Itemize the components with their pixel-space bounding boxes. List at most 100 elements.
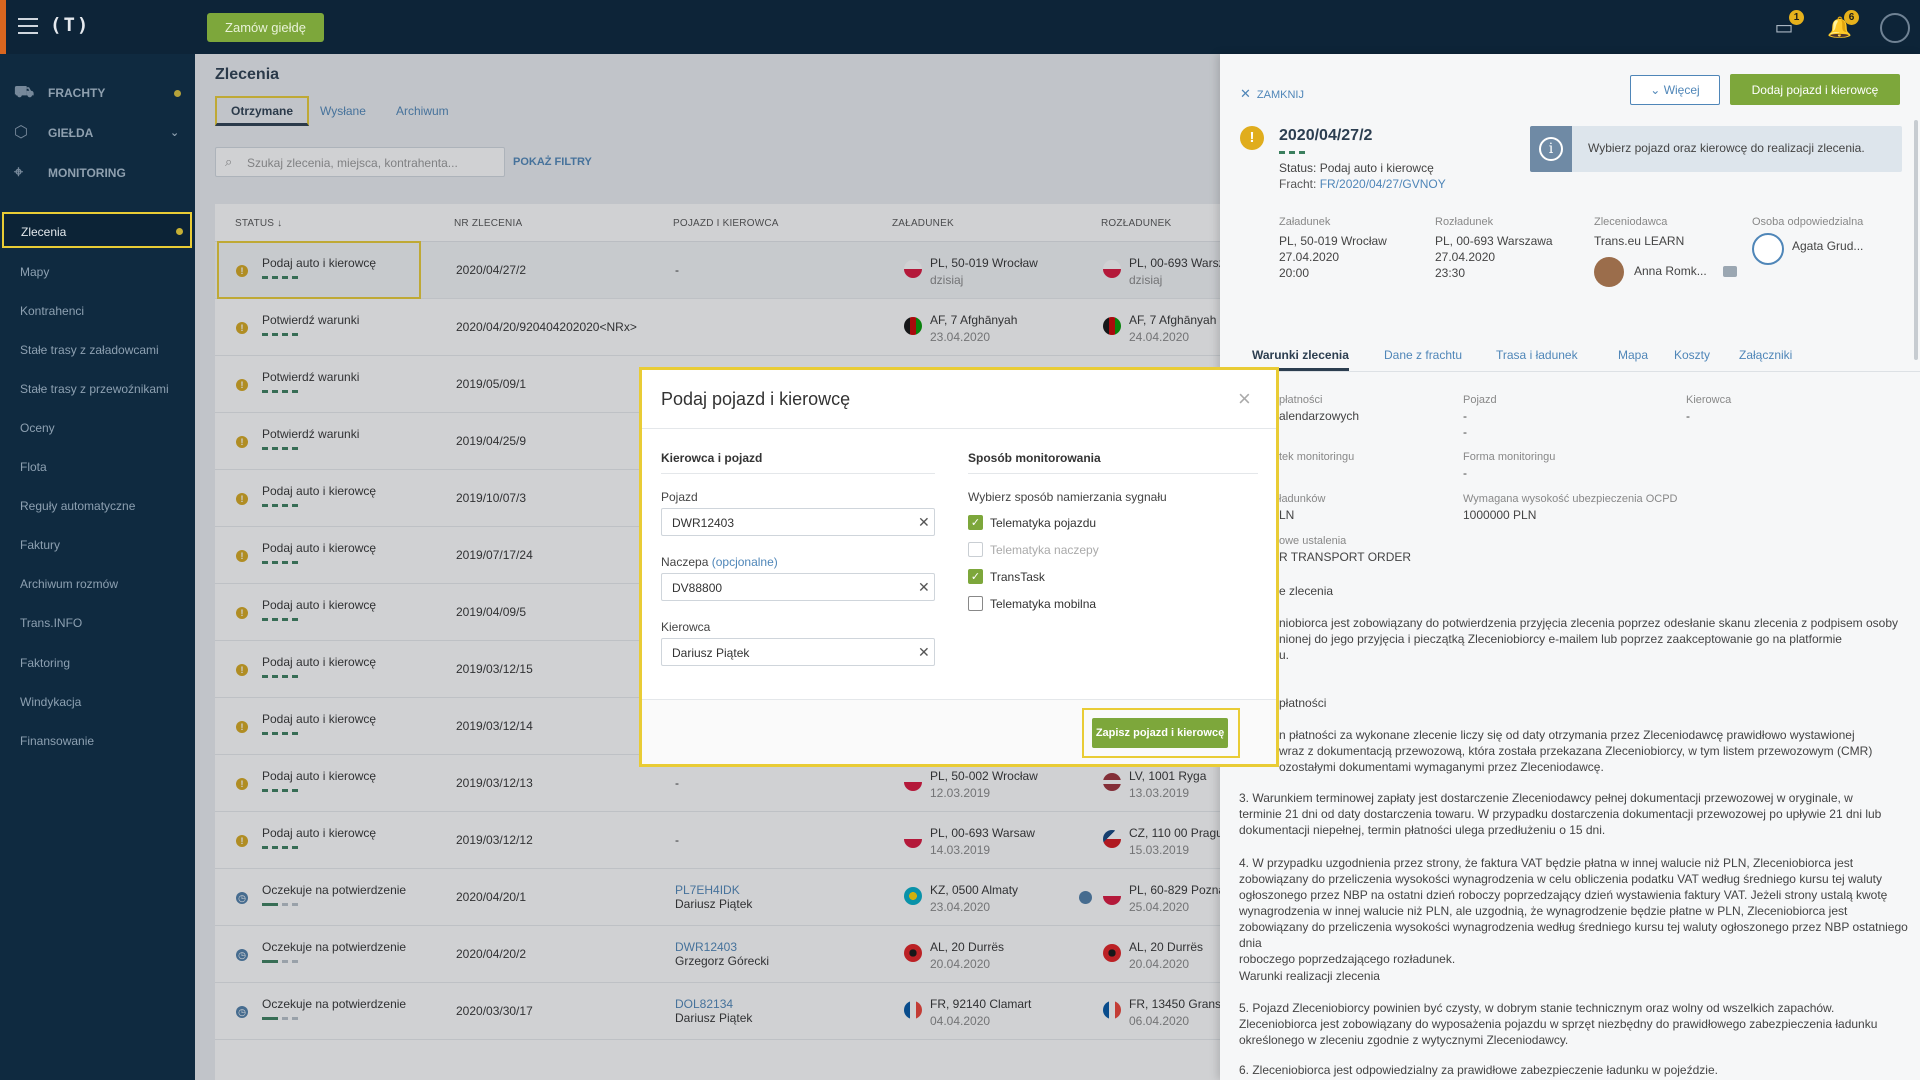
add-vehicle-driver-button[interactable]: Dodaj pojazd i kierowcę [1730, 74, 1900, 105]
top-accent-strip [0, 0, 6, 54]
monitoring-icon: ⌖ [14, 164, 24, 181]
tab-koszty[interactable]: Koszty [1674, 348, 1710, 362]
order-number: 2020/04/27/2 [1279, 127, 1373, 144]
more-button[interactable]: ⌄ Więcej [1630, 75, 1720, 105]
load-heading: Załadunek [1279, 216, 1331, 228]
client-person-avatar [1594, 257, 1624, 287]
unload-column: Rozładunek PL, 00-693 Warszawa 27.04.202… [1435, 214, 1553, 281]
app-logo[interactable]: (T) [50, 14, 90, 36]
checkbox-disabled-icon [968, 542, 983, 557]
sidebar-item-gielda[interactable]: ⬡ GIEŁDA ⌄ [0, 116, 195, 150]
trailer-field[interactable]: DV88800 ✕ [661, 573, 935, 601]
clear-icon[interactable]: ✕ [918, 644, 930, 661]
info-text: Wybierz pojazd oraz kierowcę do realizac… [1588, 141, 1865, 155]
modal-header: Podaj pojazd i kierowcę × [642, 370, 1276, 429]
user-avatar-icon[interactable] [1880, 13, 1910, 43]
status-dot [174, 90, 181, 97]
option-transtask[interactable]: ✓ TransTask [968, 569, 1208, 587]
warning-icon: ! [1240, 126, 1264, 150]
driver-value: Dariusz Piątek [672, 646, 750, 660]
sidebar-item-mapy[interactable]: Mapy [0, 254, 195, 290]
modal-footer: Zapisz pojazd i kierowcę [642, 699, 1276, 764]
field-value: - [1463, 466, 1467, 480]
chevron-down-icon: ⌄ [1650, 83, 1664, 97]
notifications-bell-icon[interactable]: 🔔 6 [1827, 10, 1859, 40]
field-value: - [1463, 409, 1467, 423]
monitoring-subtitle: Wybierz sposób namierzania sygnału [968, 490, 1167, 504]
fracht-line: Fracht: FR/2020/04/27/GVNOY [1279, 177, 1446, 191]
sidebar-item-windykacja[interactable]: Windykacja [0, 684, 195, 720]
option-mobile-telematics[interactable]: Telematyka mobilna [968, 596, 1208, 614]
field-heading: ładunków [1279, 493, 1326, 505]
sidebar-item-zlecenia[interactable]: Zlecenia [2, 212, 192, 248]
field-monitoring-start: tek monitoringu [1279, 449, 1354, 465]
chevron-down-icon: ⌄ [170, 127, 180, 139]
sidebar-item-archiwum-rozmow[interactable]: Archiwum rozmów [0, 566, 195, 602]
chat-icon[interactable] [1723, 266, 1737, 277]
fracht-link[interactable]: FR/2020/04/27/GVNOY [1320, 177, 1446, 191]
field-heading: Wymagana wysokość ubezpieczenia OCPD [1463, 493, 1678, 505]
driver-label: Kierowca [661, 620, 711, 634]
section-heading: Warunki realizacji zlecenia [1239, 969, 1380, 983]
responsible-avatar-icon [1752, 233, 1784, 265]
sidebar-item-trans-info[interactable]: Trans.INFO [0, 605, 195, 641]
sidebar-item-kontrahenci[interactable]: Kontrahenci [0, 293, 195, 329]
field-value: LN [1279, 508, 1295, 522]
close-panel-button[interactable]: ✕ ZAMKNIJ [1240, 86, 1304, 102]
checkbox-checked-icon[interactable]: ✓ [968, 569, 983, 584]
option-vehicle-telematics[interactable]: ✓ Telematyka pojazdu [968, 515, 1208, 533]
field-heading: Pojazd [1463, 394, 1497, 406]
field-heading: tek monitoringu [1279, 451, 1355, 463]
panel-scrollbar[interactable] [1914, 120, 1918, 360]
sidebar-item-trasy-przewoznicy[interactable]: Stałe trasy z przewoźnikami [0, 371, 195, 407]
responsible-heading: Osoba odpowiedzialna [1752, 216, 1864, 228]
tab-dane-frachtu[interactable]: Dane z frachtu [1384, 348, 1462, 362]
terms-paragraph: 3. Warunkiem terminowej zapłaty jest dos… [1239, 791, 1882, 837]
sidebar-item-trasy-zaladowcy[interactable]: Stałe trasy z załadowcami [0, 332, 195, 368]
fracht-label: Fracht: [1279, 177, 1317, 191]
field-value: - [1463, 425, 1467, 439]
client-name: Trans.eu LEARN [1594, 234, 1685, 248]
unload-time: 23:30 [1435, 266, 1466, 280]
exchange-box-icon: ⬡ [14, 124, 28, 141]
sidebar-item-monitoring[interactable]: ⌖ MONITORING [0, 156, 195, 190]
client-heading: Zleceniodawca [1594, 216, 1668, 228]
load-column: Załadunek PL, 50-019 Wrocław 27.04.2020 … [1279, 214, 1387, 281]
checkbox-checked-icon[interactable]: ✓ [968, 515, 983, 530]
hamburger-menu-icon[interactable] [18, 18, 38, 34]
option-trailer-telematics: Telematyka naczepy [968, 542, 1208, 560]
sidebar-item-oceny[interactable]: Oceny [0, 410, 195, 446]
status-dot [176, 228, 183, 235]
order-exchange-button[interactable]: Zamów giełdę [207, 13, 324, 42]
progress-dashes [1279, 151, 1309, 154]
field-heading: Kierowca [1686, 394, 1732, 406]
option-label: Telematyka naczepy [990, 543, 1099, 557]
sidebar-item-flota[interactable]: Flota [0, 449, 195, 485]
clear-icon[interactable]: ✕ [918, 579, 930, 596]
terms-paragraph: n płatności za wykonane zlecenie liczy s… [1279, 728, 1873, 774]
sidebar-item-frachty[interactable]: ⛟ FRACHTY [0, 76, 195, 110]
sidebar-item-label: Zlecenia [21, 225, 67, 239]
monitoring-heading: Sposób monitorowania [968, 451, 1258, 474]
close-icon[interactable]: × [1238, 386, 1251, 412]
field-value: 1000000 PLN [1463, 508, 1537, 522]
field-vehicle: Pojazd - - [1463, 392, 1497, 440]
sidebar-item-faktoring[interactable]: Faktoring [0, 645, 195, 681]
option-label: Telematyka mobilna [990, 597, 1097, 611]
driver-field[interactable]: Dariusz Piątek ✕ [661, 638, 935, 666]
sidebar-item-finansowanie[interactable]: Finansowanie [0, 723, 195, 759]
driver-vehicle-heading: Kierowca i pojazd [661, 451, 935, 474]
field-heading: owe ustalenia [1279, 535, 1347, 547]
save-vehicle-driver-button[interactable]: Zapisz pojazd i kierowcę [1092, 718, 1228, 748]
messages-icon[interactable]: ▭ 1 [1772, 10, 1804, 40]
sidebar-item-reguly[interactable]: Reguły automatyczne [0, 488, 195, 524]
vehicle-field[interactable]: DWR12403 ✕ [661, 508, 935, 536]
sidebar-item-faktury[interactable]: Faktury [0, 527, 195, 563]
tab-mapa[interactable]: Mapa [1618, 348, 1648, 362]
load-time: 20:00 [1279, 266, 1310, 280]
checkbox-icon[interactable] [968, 596, 983, 611]
tab-trasa[interactable]: Trasa i ładunek [1496, 348, 1578, 362]
clear-icon[interactable]: ✕ [918, 514, 930, 531]
tab-zalaczniki[interactable]: Załączniki [1739, 348, 1792, 362]
sidebar: ⛟ FRACHTY ⬡ GIEŁDA ⌄ ⌖ MONITORING Zlecenia M… [0, 54, 195, 1080]
